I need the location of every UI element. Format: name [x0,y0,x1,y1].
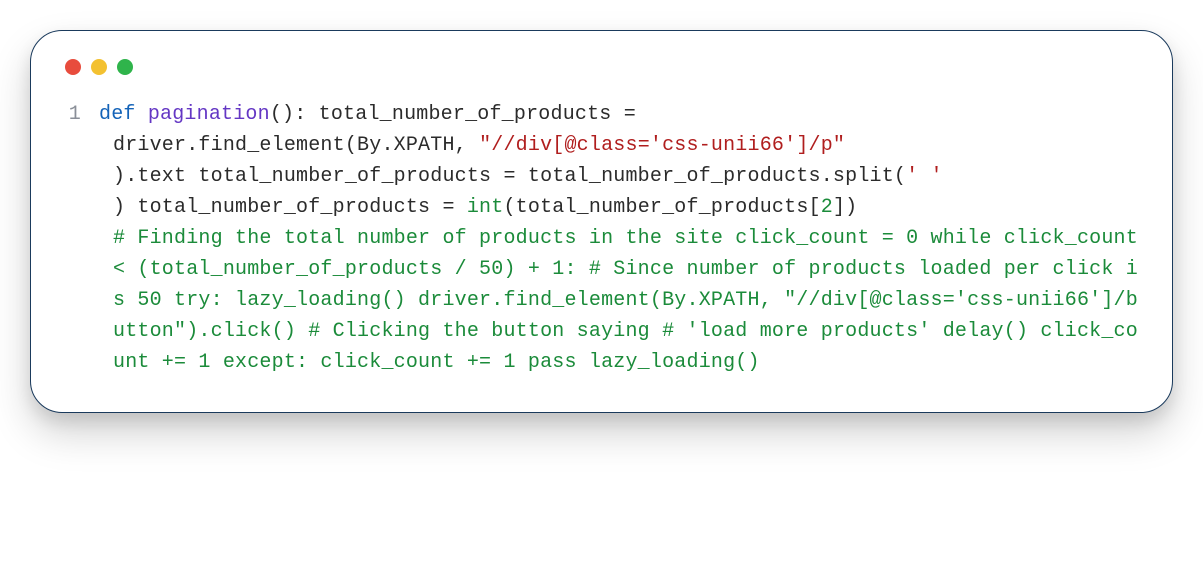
code-content: def pagination(): total_number_of_produc… [87,99,1140,378]
window-controls [65,59,1140,75]
code-text: ).text total_number_of_products = total_… [113,165,906,188]
code-line: driver.find_element(By.XPATH, "//div[@cl… [99,130,1140,161]
line-number: 1 [69,103,81,126]
number-literal: 2 [821,196,833,219]
maximize-icon [117,59,133,75]
close-icon [65,59,81,75]
comment-block: # Finding the total number of products i… [99,223,1140,378]
minimize-icon [91,59,107,75]
string-literal: ' ' [906,165,943,188]
code-text: driver.find_element(By.XPATH, [113,134,479,157]
code-text: ]) [833,196,857,219]
code-line: ).text total_number_of_products = total_… [99,161,1140,192]
code-text: (total_number_of_products[ [503,196,820,219]
code-text: (): total_number_of_products = [270,103,636,126]
code-card: 1 def pagination(): total_number_of_prod… [30,30,1173,413]
string-literal: "//div[@class='css-unii66']/p" [479,134,845,157]
code-text: ) total_number_of_products = [113,196,467,219]
code-block: 1 def pagination(): total_number_of_prod… [63,99,1140,378]
builtin-int: int [467,196,504,219]
code-line: ) total_number_of_products = int(total_n… [99,192,1140,223]
function-name: pagination [148,103,270,126]
keyword-def: def [99,103,136,126]
line-number-gutter: 1 [63,99,87,378]
